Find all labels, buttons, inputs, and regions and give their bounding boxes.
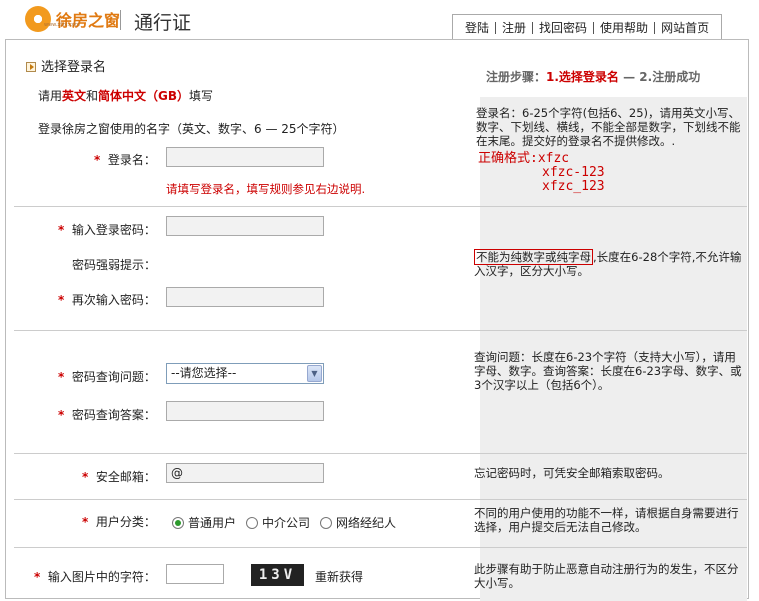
usertype-label: * 用户分类： (82, 515, 156, 529)
captcha-image: 13V (251, 564, 304, 586)
radio-unchecked-icon[interactable] (246, 517, 258, 529)
username-example-1: 正确格式:xfzc (478, 151, 570, 166)
radio-agency[interactable]: 中介公司 (246, 514, 310, 531)
site-title: 通行证 (134, 12, 192, 34)
nav-home[interactable]: 网站首页 (654, 21, 715, 34)
password-label: * 输入登录密码： (58, 223, 156, 237)
section-title: 选择登录名 (26, 56, 106, 75)
usertype-note: 不同的用户使用的功能不一样，请根据自身需要进行选择，用户提交后无法自己修改。 (474, 506, 739, 534)
arrow-right-icon (26, 62, 36, 72)
username-error: 请填写登录名，填写规则参见右边说明. (166, 182, 366, 196)
nav-login[interactable]: 登陆 (459, 22, 495, 34)
email-note: 忘记密码时，可凭安全邮箱索取密码。 (474, 466, 670, 480)
logo-url: www.xfzc.com (44, 22, 80, 28)
top-nav: 登陆 注册 找回密码 使用帮助 网站首页 (452, 14, 723, 40)
captcha-label: * 输入图片中的字符： (34, 570, 156, 584)
step-current: 1.选择登录名 (546, 70, 619, 84)
captcha-input[interactable] (166, 564, 224, 584)
username-desc: 登录徐房之窗使用的名字（英文、数字、6 — 25个字符） (38, 122, 345, 136)
main-frame: 选择登录名 请用英文和简体中文（GB）填写 注册步骤：1.选择登录名 — 2.注… (5, 39, 749, 601)
password-confirm-input[interactable] (166, 287, 324, 307)
nav-help[interactable]: 使用帮助 (593, 21, 654, 34)
radio-normal-user[interactable]: 普通用户 (172, 514, 236, 531)
username-note: 登录名：6-25个字符(包括6、25)，请用英文小写、数字、下划线、横线，不能全… (476, 106, 741, 148)
security-note: 查询问题：长度在6-23个字符（支持大小写），请用字母、数字。查询答案：长度在6… (474, 350, 742, 392)
answer-input[interactable] (166, 401, 324, 421)
usertype-section: * 用户分类： 普通用户 中介公司 网络经纪人 不同的用户使用的功能不一样，请根… (14, 499, 747, 547)
password-note: 不能为纯数字或纯字母 ,长度在6-28个字符,不允许输入汉字，区分大小写。 (474, 249, 742, 278)
step-next: 2.注册成功 (639, 70, 701, 84)
logo-flower-icon (25, 6, 51, 32)
header: 徐房之窗 www.xfzc.com 通行证 登陆 注册 找回密码 使用帮助 网站… (0, 0, 759, 40)
security-section: * 密码查询问题： --请您选择-- ▼ * 密码查询答案： 查询问题：长度在6… (14, 330, 747, 453)
fill-instruction: 请用英文和简体中文（GB）填写 (38, 89, 214, 103)
captcha-note: 此步骤有助于防止恶意自动注册行为的发生，不区分大小写。 (474, 562, 739, 590)
radio-unchecked-icon[interactable] (320, 517, 332, 529)
header-divider (120, 10, 121, 30)
nav-recover-password[interactable]: 找回密码 (532, 21, 593, 34)
username-example-3: xfzc_123 (542, 179, 605, 194)
answer-label: * 密码查询答案： (58, 408, 156, 422)
email-input[interactable]: @ (166, 463, 324, 483)
username-example-2: xfzc-123 (542, 165, 605, 180)
captcha-refresh-link[interactable]: 重新获得 (315, 568, 363, 585)
password-input[interactable] (166, 216, 324, 236)
username-input[interactable] (166, 147, 324, 167)
username-section: 选择登录名 请用英文和简体中文（GB）填写 注册步骤：1.选择登录名 — 2.注… (14, 44, 747, 206)
password-section: * 输入登录密码： 密码强弱提示： * 再次输入密码： 不能为纯数字或纯字母 ,长… (14, 206, 747, 330)
chevron-down-icon[interactable]: ▼ (307, 365, 322, 382)
password-strength-label: 密码强弱提示： (72, 258, 157, 272)
logo[interactable]: 徐房之窗 (25, 5, 120, 33)
radio-checked-icon[interactable] (172, 517, 184, 529)
registration-steps: 注册步骤：1.选择登录名 — 2.注册成功 (486, 70, 701, 84)
radio-online-broker[interactable]: 网络经纪人 (320, 514, 396, 531)
question-label: * 密码查询问题： (58, 370, 156, 384)
email-section: * 安全邮箱： @ 忘记密码时，可凭安全邮箱索取密码。 (14, 453, 747, 499)
password-rule-highlight: 不能为纯数字或纯字母 (474, 249, 593, 265)
nav-register[interactable]: 注册 (495, 21, 532, 34)
email-label: * 安全邮箱： (82, 470, 156, 484)
question-select[interactable]: --请您选择-- ▼ (166, 363, 324, 384)
password-confirm-label: * 再次输入密码： (58, 293, 156, 307)
username-label: * 登录名： (94, 153, 156, 167)
